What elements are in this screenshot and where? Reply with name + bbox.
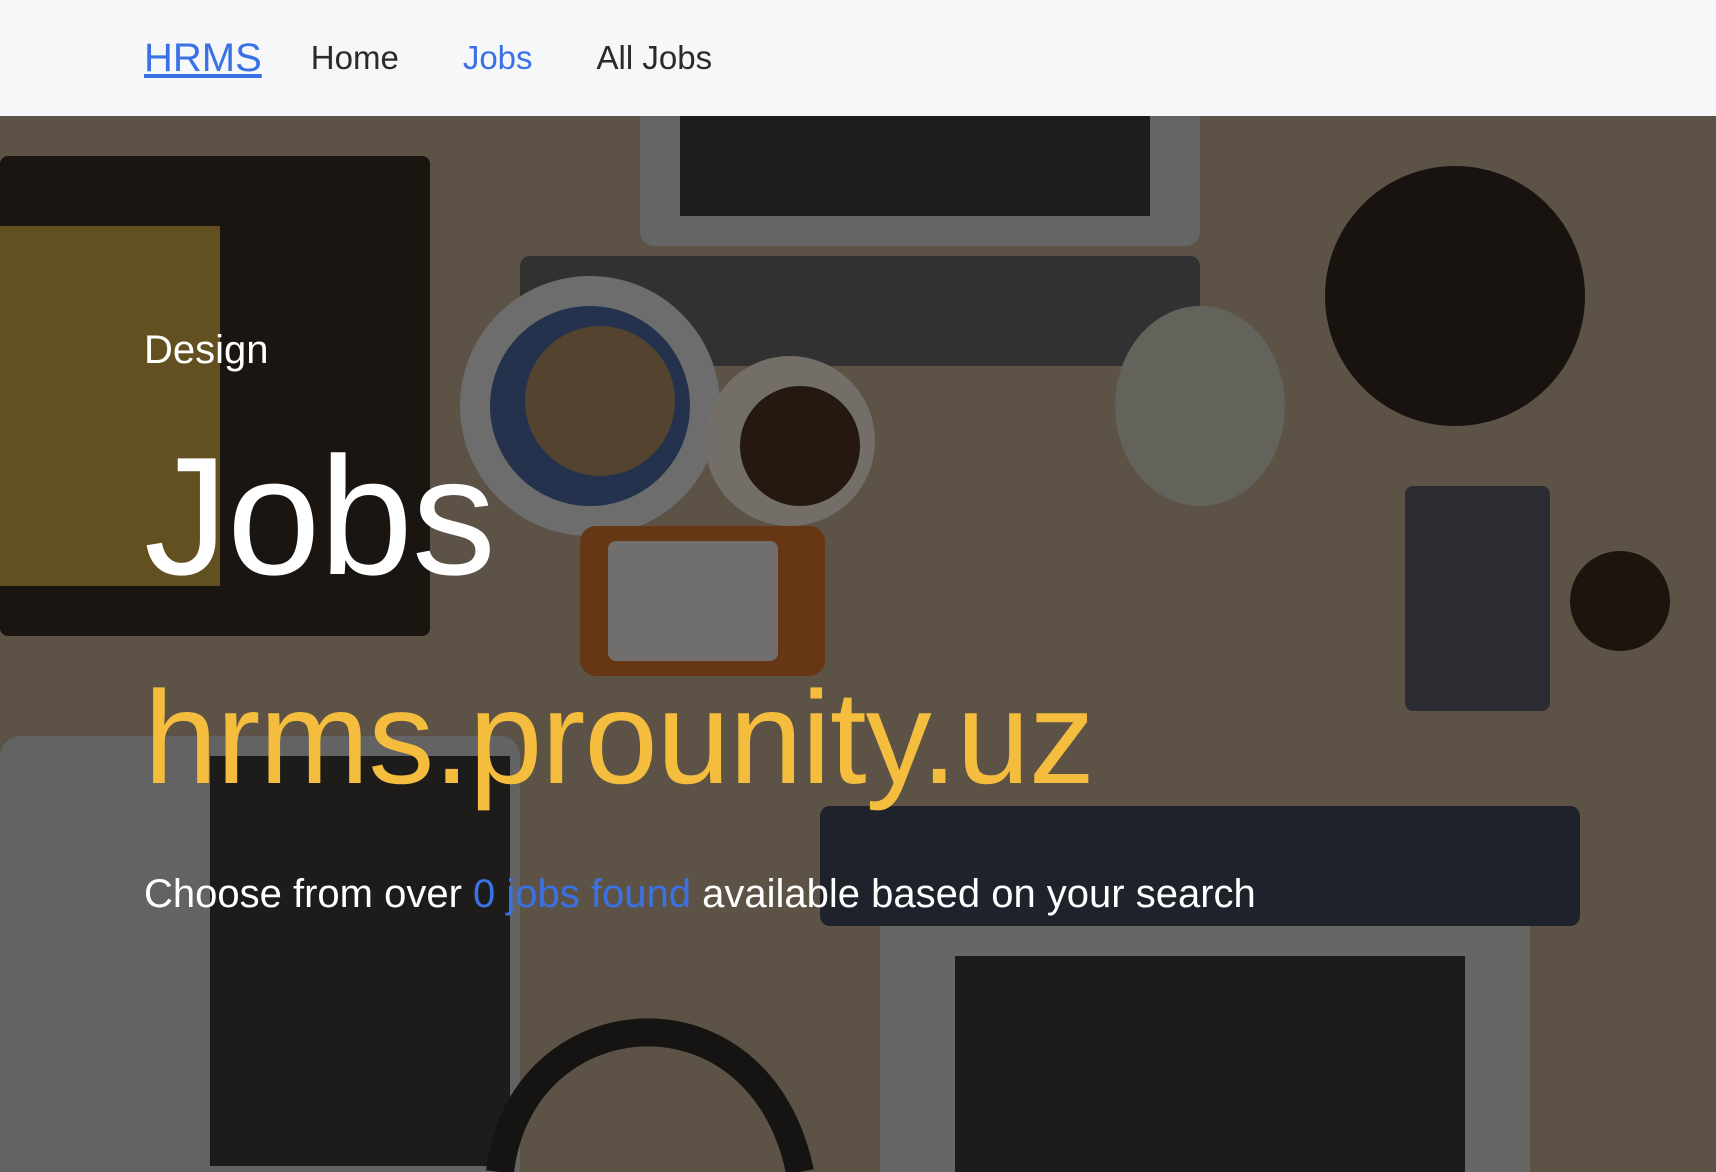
hero-domain: hrms.prounity.uz (144, 664, 1095, 811)
subtext-before: Choose from over (144, 872, 474, 916)
hero-headline: Jobs (144, 422, 496, 610)
nav-link-all-jobs[interactable]: All Jobs (597, 39, 713, 77)
brand-link[interactable]: HRMS (144, 36, 262, 81)
hero-eyebrow: Design (144, 328, 269, 372)
hero-content: Design Jobs hrms.prounity.uz Choose from… (144, 116, 1676, 1172)
top-navbar: HRMS Home Jobs All Jobs (0, 0, 1716, 116)
hero-subtext: Choose from over 0 jobs found available … (144, 872, 1256, 917)
nav-link-home[interactable]: Home (311, 39, 399, 77)
subtext-after: available based on your search (690, 872, 1256, 916)
jobs-found-count: 0 jobs found (473, 872, 691, 916)
nav-link-jobs[interactable]: Jobs (463, 39, 533, 77)
hero-section: Design Jobs hrms.prounity.uz Choose from… (0, 116, 1716, 1172)
